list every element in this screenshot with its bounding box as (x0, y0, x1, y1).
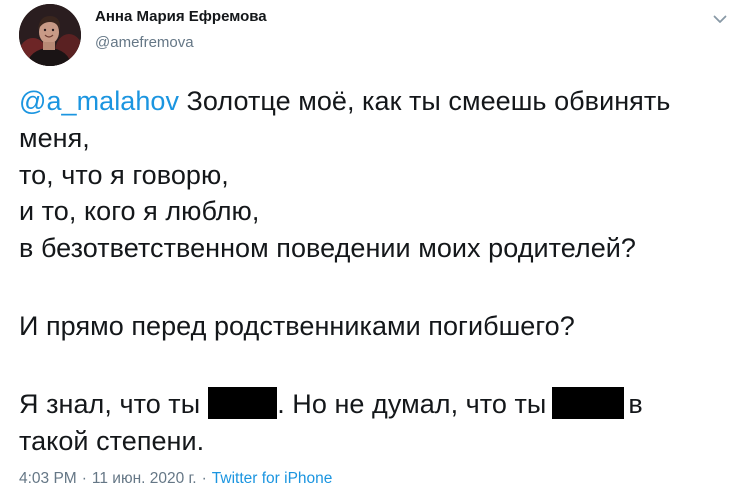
tweet-date[interactable]: 11 июн. 2020 г. (92, 470, 197, 487)
tweet-metadata: 4:03 PM · 11 июн. 2020 г. · Twitter for iPho… (19, 470, 332, 488)
tweet-line: меня, (19, 122, 90, 153)
tweet-text-segment: Я знал, что ты (19, 388, 201, 419)
avatar[interactable] (19, 4, 81, 66)
tweet-line: Я знал, что ты . Но не думал, что ты в (19, 386, 719, 423)
tweet-source-link[interactable]: Twitter for iPhone (212, 470, 333, 487)
separator: · (81, 470, 87, 487)
tweet-line: @a_malahov Золотце моё, как ты смеешь об… (19, 83, 719, 120)
tweet-line: то, что я говорю, (19, 159, 229, 190)
mention-link[interactable]: @a_malahov (19, 86, 179, 116)
tweet-line: в безответственном поведении моих родите… (19, 233, 636, 264)
separator: · (201, 470, 207, 487)
tweet-menu-button[interactable] (706, 8, 734, 30)
tweet-text-segment: Золотце моё, как ты смеешь обвинять (179, 86, 671, 116)
avatar-photo (19, 4, 81, 66)
author-display-name[interactable]: Анна Мария Ефремова (95, 8, 267, 25)
tweet-line: и то, кого я люблю, (19, 196, 260, 227)
tweet-line: такой степени. (19, 425, 205, 456)
tweet-time[interactable]: 4:03 PM (19, 470, 77, 487)
tweet-text-segment: . Но не думал, что ты (277, 388, 547, 419)
author-handle[interactable]: @amefremova (95, 34, 194, 51)
tweet-line: И прямо перед родственниками погибшего? (19, 310, 575, 341)
redaction-box (552, 386, 625, 419)
tweet-text-segment: в (628, 388, 643, 419)
chevron-down-icon (713, 15, 727, 23)
tweet-card: Анна Мария Ефремова @amefremova @a_malah… (0, 0, 742, 498)
tweet-text: @a_malahov Золотце моё, как ты смеешь об… (19, 83, 719, 459)
redaction-box (208, 386, 278, 419)
